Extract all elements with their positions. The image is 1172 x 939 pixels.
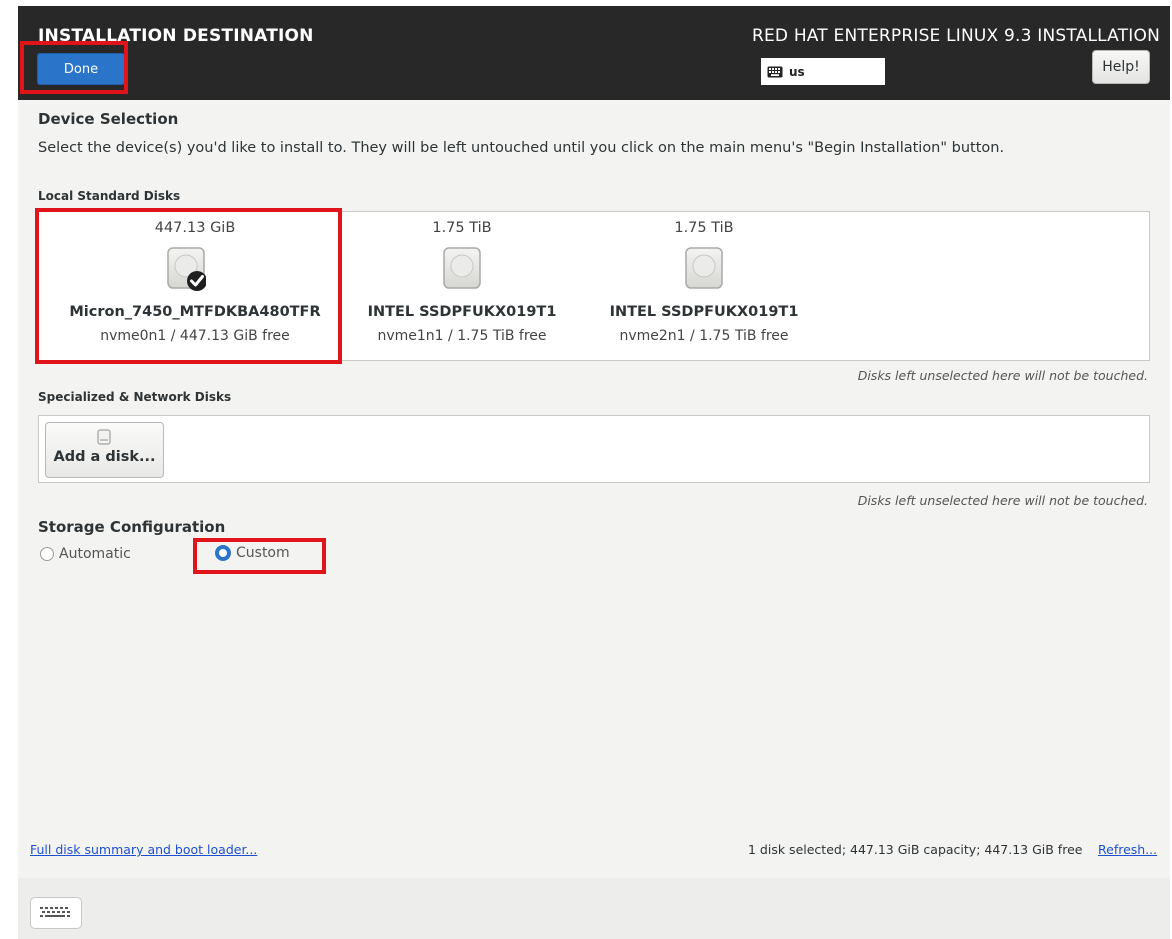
full-disk-summary-link[interactable]: Full disk summary and boot loader...: [30, 842, 257, 857]
automatic-radio[interactable]: Automatic: [40, 546, 131, 562]
disk-size: 1.75 TiB: [432, 220, 492, 236]
disk-tile-nvme0n1[interactable]: 447.13 GiB Micron_7450_MTFDKBA480TFR nvm…: [39, 212, 351, 360]
disk-size: 1.75 TiB: [674, 220, 734, 236]
device-selection-description: Select the device(s) you'd like to insta…: [38, 140, 1005, 156]
disk-info: nvme1n1 / 1.75 TiB free: [377, 328, 547, 344]
add-disk-label: Add a disk...: [53, 449, 156, 465]
disk-tile-nvme2n1[interactable]: 1.75 TiB INTEL SSDPFUKX019T1 nvme2n1 / 1…: [599, 212, 809, 360]
keyboard-icon: [767, 66, 783, 77]
storage-config-heading: Storage Configuration: [38, 518, 226, 536]
product-title: RED HAT ENTERPRISE LINUX 9.3 INSTALLATIO…: [751, 26, 1160, 46]
network-disks-note: Disks left unselected here will not be t…: [857, 493, 1148, 508]
disk-name: INTEL SSDPFUKX019T1: [609, 304, 799, 320]
disk-info: nvme2n1 / 1.75 TiB free: [619, 328, 789, 344]
local-disks-note: Disks left unselected here will not be t…: [857, 368, 1148, 383]
custom-label: Custom: [236, 545, 290, 561]
keyboard-layout-indicator[interactable]: us: [761, 58, 885, 85]
hard-disk-icon: [685, 247, 723, 289]
installer-window: INSTALLATION DESTINATION RED HAT ENTERPR…: [18, 6, 1170, 884]
add-disk-button[interactable]: Add a disk...: [45, 422, 164, 478]
local-disks-heading: Local Standard Disks: [38, 189, 181, 203]
on-screen-keyboard-button[interactable]: [30, 897, 82, 929]
done-button[interactable]: Done: [37, 53, 125, 85]
keyboard-layout-label: us: [789, 64, 805, 79]
disk-icon: [97, 429, 111, 445]
hard-disk-selected-icon: [167, 247, 206, 291]
network-disks-panel: Add a disk...: [38, 415, 1150, 483]
disk-info: nvme0n1 / 447.13 GiB free: [100, 328, 290, 344]
keyboard-icon: [40, 907, 70, 917]
help-button[interactable]: Help!: [1092, 50, 1150, 84]
local-disks-panel: 447.13 GiB Micron_7450_MTFDKBA480TFR nvm…: [38, 211, 1150, 361]
refresh-link[interactable]: Refresh...: [1098, 842, 1157, 857]
bottom-bar: [18, 878, 1170, 939]
selection-status: 1 disk selected; 447.13 GiB capacity; 44…: [748, 842, 1083, 857]
radio-unchecked-icon: [40, 547, 54, 561]
radio-checked-icon: [215, 545, 231, 561]
disk-tile-nvme1n1[interactable]: 1.75 TiB INTEL SSDPFUKX019T1 nvme1n1 / 1…: [357, 212, 567, 360]
header-bar: INSTALLATION DESTINATION RED HAT ENTERPR…: [18, 6, 1170, 100]
custom-radio[interactable]: Custom: [215, 545, 290, 561]
automatic-label: Automatic: [59, 546, 131, 562]
hard-disk-icon: [443, 247, 481, 289]
device-selection-heading: Device Selection: [38, 110, 179, 128]
network-disks-heading: Specialized & Network Disks: [38, 390, 232, 404]
page-title: INSTALLATION DESTINATION: [38, 26, 314, 46]
disk-size: 447.13 GiB: [154, 220, 236, 236]
disk-name: Micron_7450_MTFDKBA480TFR: [69, 304, 321, 320]
disk-name: INTEL SSDPFUKX019T1: [367, 304, 557, 320]
